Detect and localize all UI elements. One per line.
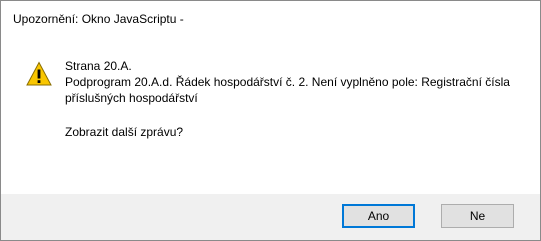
message-text: Strana 20.A. Podprogram 20.A.d. Řádek ho… <box>65 58 527 106</box>
title-bar: Upozornění: Okno JavaScriptu - <box>1 1 540 41</box>
button-bar: Ano Ne <box>1 194 540 240</box>
message-line-detail: Podprogram 20.A.d. Řádek hospodářství č.… <box>65 75 510 105</box>
message-line-page: Strana 20.A. <box>65 59 132 73</box>
no-button[interactable]: Ne <box>441 204 514 228</box>
window-title: Upozornění: Okno JavaScriptu - <box>13 12 184 26</box>
warning-icon <box>26 61 52 86</box>
message-area: Strana 20.A. Podprogram 20.A.d. Řádek ho… <box>1 41 540 194</box>
alert-dialog: Upozornění: Okno JavaScriptu - Strana 20… <box>0 0 541 241</box>
yes-button[interactable]: Ano <box>342 204 415 228</box>
message-question: Zobrazit další zprávu? <box>65 125 184 139</box>
